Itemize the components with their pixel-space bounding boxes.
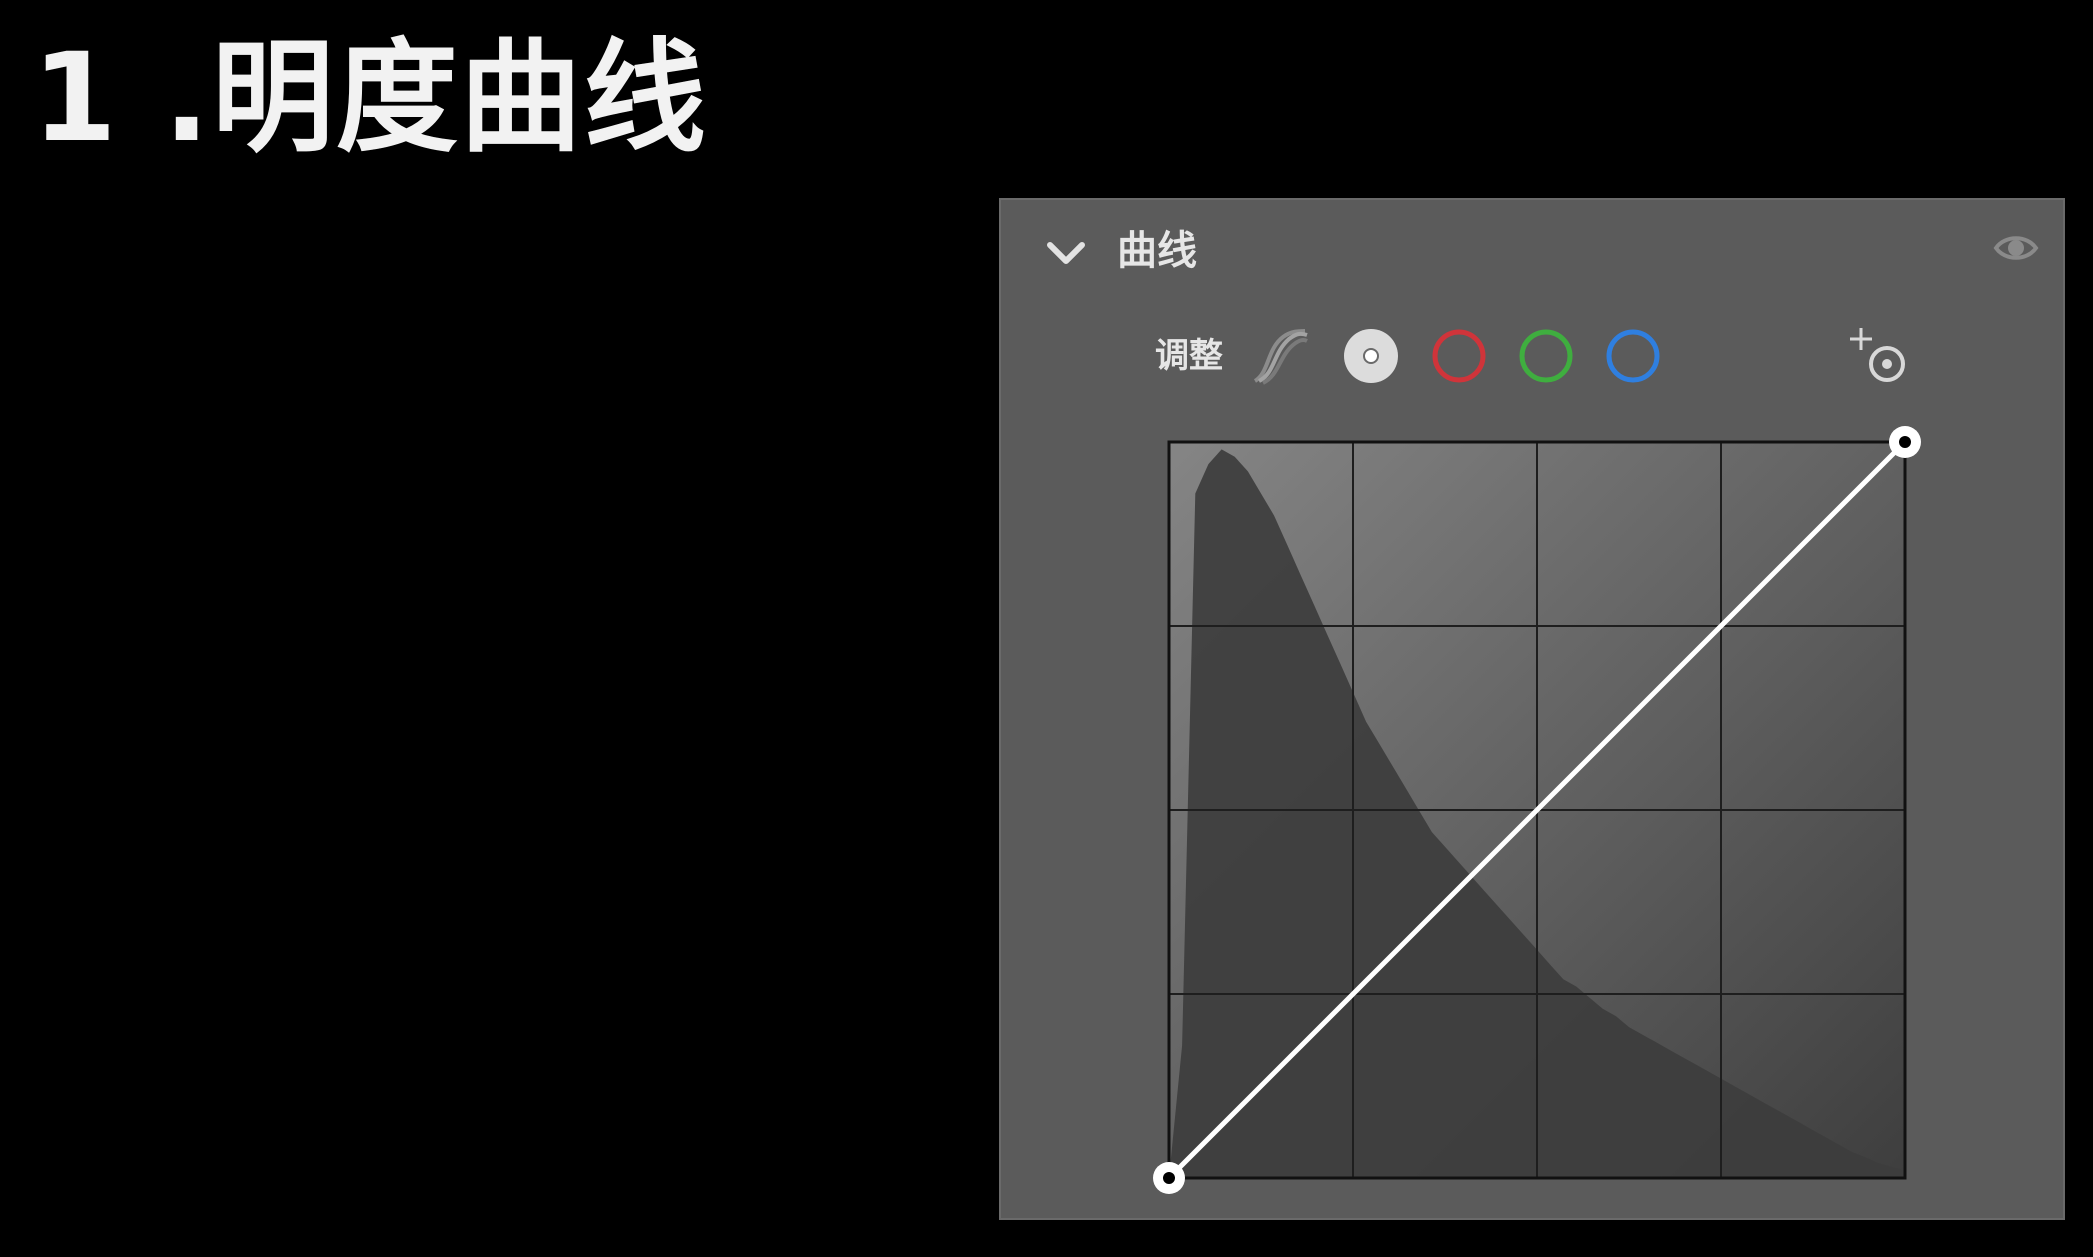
parametric-curve-icon[interactable] — [1249, 325, 1311, 387]
blue-channel-icon[interactable] — [1602, 325, 1664, 387]
curve-control-point-center — [1899, 436, 1911, 448]
curve-control-point-center — [1163, 1172, 1175, 1184]
eye-icon[interactable] — [1991, 228, 2041, 268]
curves-panel: 曲线 调整 — [999, 198, 2065, 1220]
curve-graph[interactable] — [1153, 426, 1921, 1194]
curve-svg[interactable] — [1153, 426, 1921, 1194]
panel-header[interactable]: 曲线 — [1001, 200, 2063, 300]
green-channel-icon[interactable] — [1515, 325, 1577, 387]
slide-title: 1 .明度曲线 — [32, 27, 708, 169]
chevron-down-icon[interactable] — [1041, 228, 1091, 278]
adjust-label: 调整 — [1155, 336, 1223, 376]
red-channel-icon[interactable] — [1428, 325, 1490, 387]
targeted-adjustment-icon[interactable] — [1847, 324, 1915, 392]
white-dot-channel-icon[interactable] — [1340, 325, 1402, 387]
panel-title: 曲线 — [1117, 228, 1197, 274]
